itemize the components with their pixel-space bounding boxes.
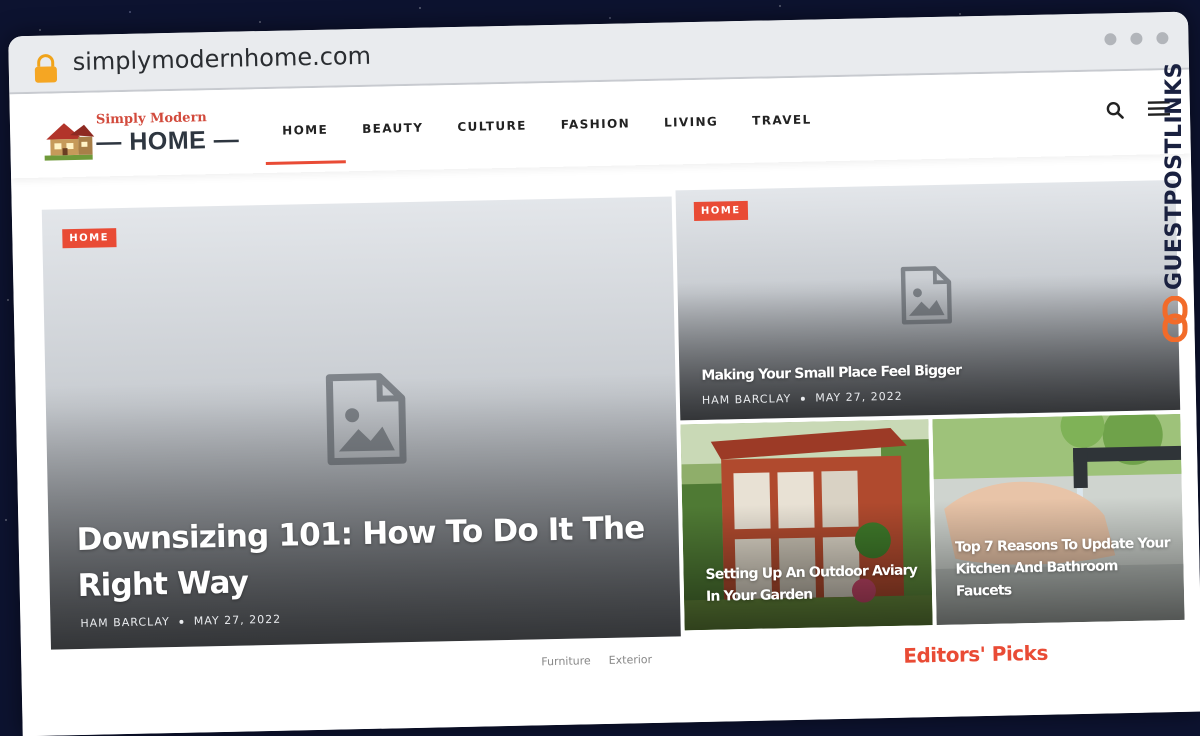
window-dot-1[interactable] <box>1104 33 1116 45</box>
category-badge[interactable]: HOME <box>62 228 116 248</box>
nav-item-travel[interactable]: TRAVEL <box>734 77 829 163</box>
logo-line-1: Simply Modern <box>96 110 207 127</box>
category-badge[interactable]: HOME <box>694 201 748 221</box>
nav-item-fashion[interactable]: FASHION <box>543 81 648 167</box>
featured-post-faucets[interactable]: Top 7 Reasons To Update Your Kitchen And… <box>932 414 1184 625</box>
below-fold-links: Furniture Exterior <box>541 653 652 668</box>
window-dot-3[interactable] <box>1156 32 1168 44</box>
meta-separator <box>801 396 805 400</box>
post-title[interactable]: Downsizing 101: How To Do It The Right W… <box>76 505 668 609</box>
nav-item-home[interactable]: HOME <box>264 87 346 173</box>
lock-icon <box>33 53 60 84</box>
editors-picks-heading: Editors' Picks <box>903 641 1048 668</box>
featured-grid: HOME Downsizing 101: How To Do It The Ri… <box>42 180 1186 644</box>
browser-window: simplymodernhome.com Simp <box>8 12 1200 736</box>
featured-post-aviary[interactable]: Setting Up An Outdoor Aviary In Your Gar… <box>680 419 932 630</box>
house-logo-icon <box>40 117 97 162</box>
search-icon[interactable] <box>1106 101 1124 119</box>
post-title[interactable]: Top 7 Reasons To Update Your Kitchen And… <box>955 532 1172 603</box>
post-author[interactable]: HAM BARCLAY <box>80 615 170 630</box>
website: Simply Modern — HOME — HOME BEAUTY CULTU… <box>9 70 1200 736</box>
watermark-text: GUESTPOSTLINKS <box>1162 60 1192 290</box>
featured-main-post[interactable]: HOME Downsizing 101: How To Do It The Ri… <box>42 196 681 649</box>
url-text[interactable]: simplymodernhome.com <box>72 42 371 76</box>
post-date: MAY 27, 2022 <box>815 390 903 405</box>
meta-separator <box>180 619 184 623</box>
post-date: MAY 27, 2022 <box>194 613 282 628</box>
nav-item-beauty[interactable]: BEAUTY <box>344 85 441 171</box>
main-nav: HOME BEAUTY CULTURE FASHION LIVING TRAVE… <box>264 77 829 173</box>
post-title[interactable]: Setting Up An Outdoor Aviary In Your Gar… <box>705 559 926 608</box>
featured-post-small-place[interactable]: HOME Making Your Small Place Feel Bigger… <box>676 180 1181 420</box>
link-furniture[interactable]: Furniture <box>541 654 591 668</box>
nav-item-living[interactable]: LIVING <box>646 79 736 165</box>
link-exterior[interactable]: Exterior <box>609 653 653 667</box>
guestpostlinks-watermark: GUESTPOSTLINKS <box>1154 60 1194 350</box>
window-controls <box>1104 32 1168 45</box>
logo-line-2: — HOME — <box>96 126 239 158</box>
site-logo[interactable]: Simply Modern — HOME — <box>40 106 231 166</box>
window-dot-2[interactable] <box>1130 33 1142 45</box>
nav-item-culture[interactable]: CULTURE <box>440 83 545 169</box>
chain-link-icon <box>1160 296 1190 342</box>
post-author[interactable]: HAM BARCLAY <box>702 392 792 407</box>
